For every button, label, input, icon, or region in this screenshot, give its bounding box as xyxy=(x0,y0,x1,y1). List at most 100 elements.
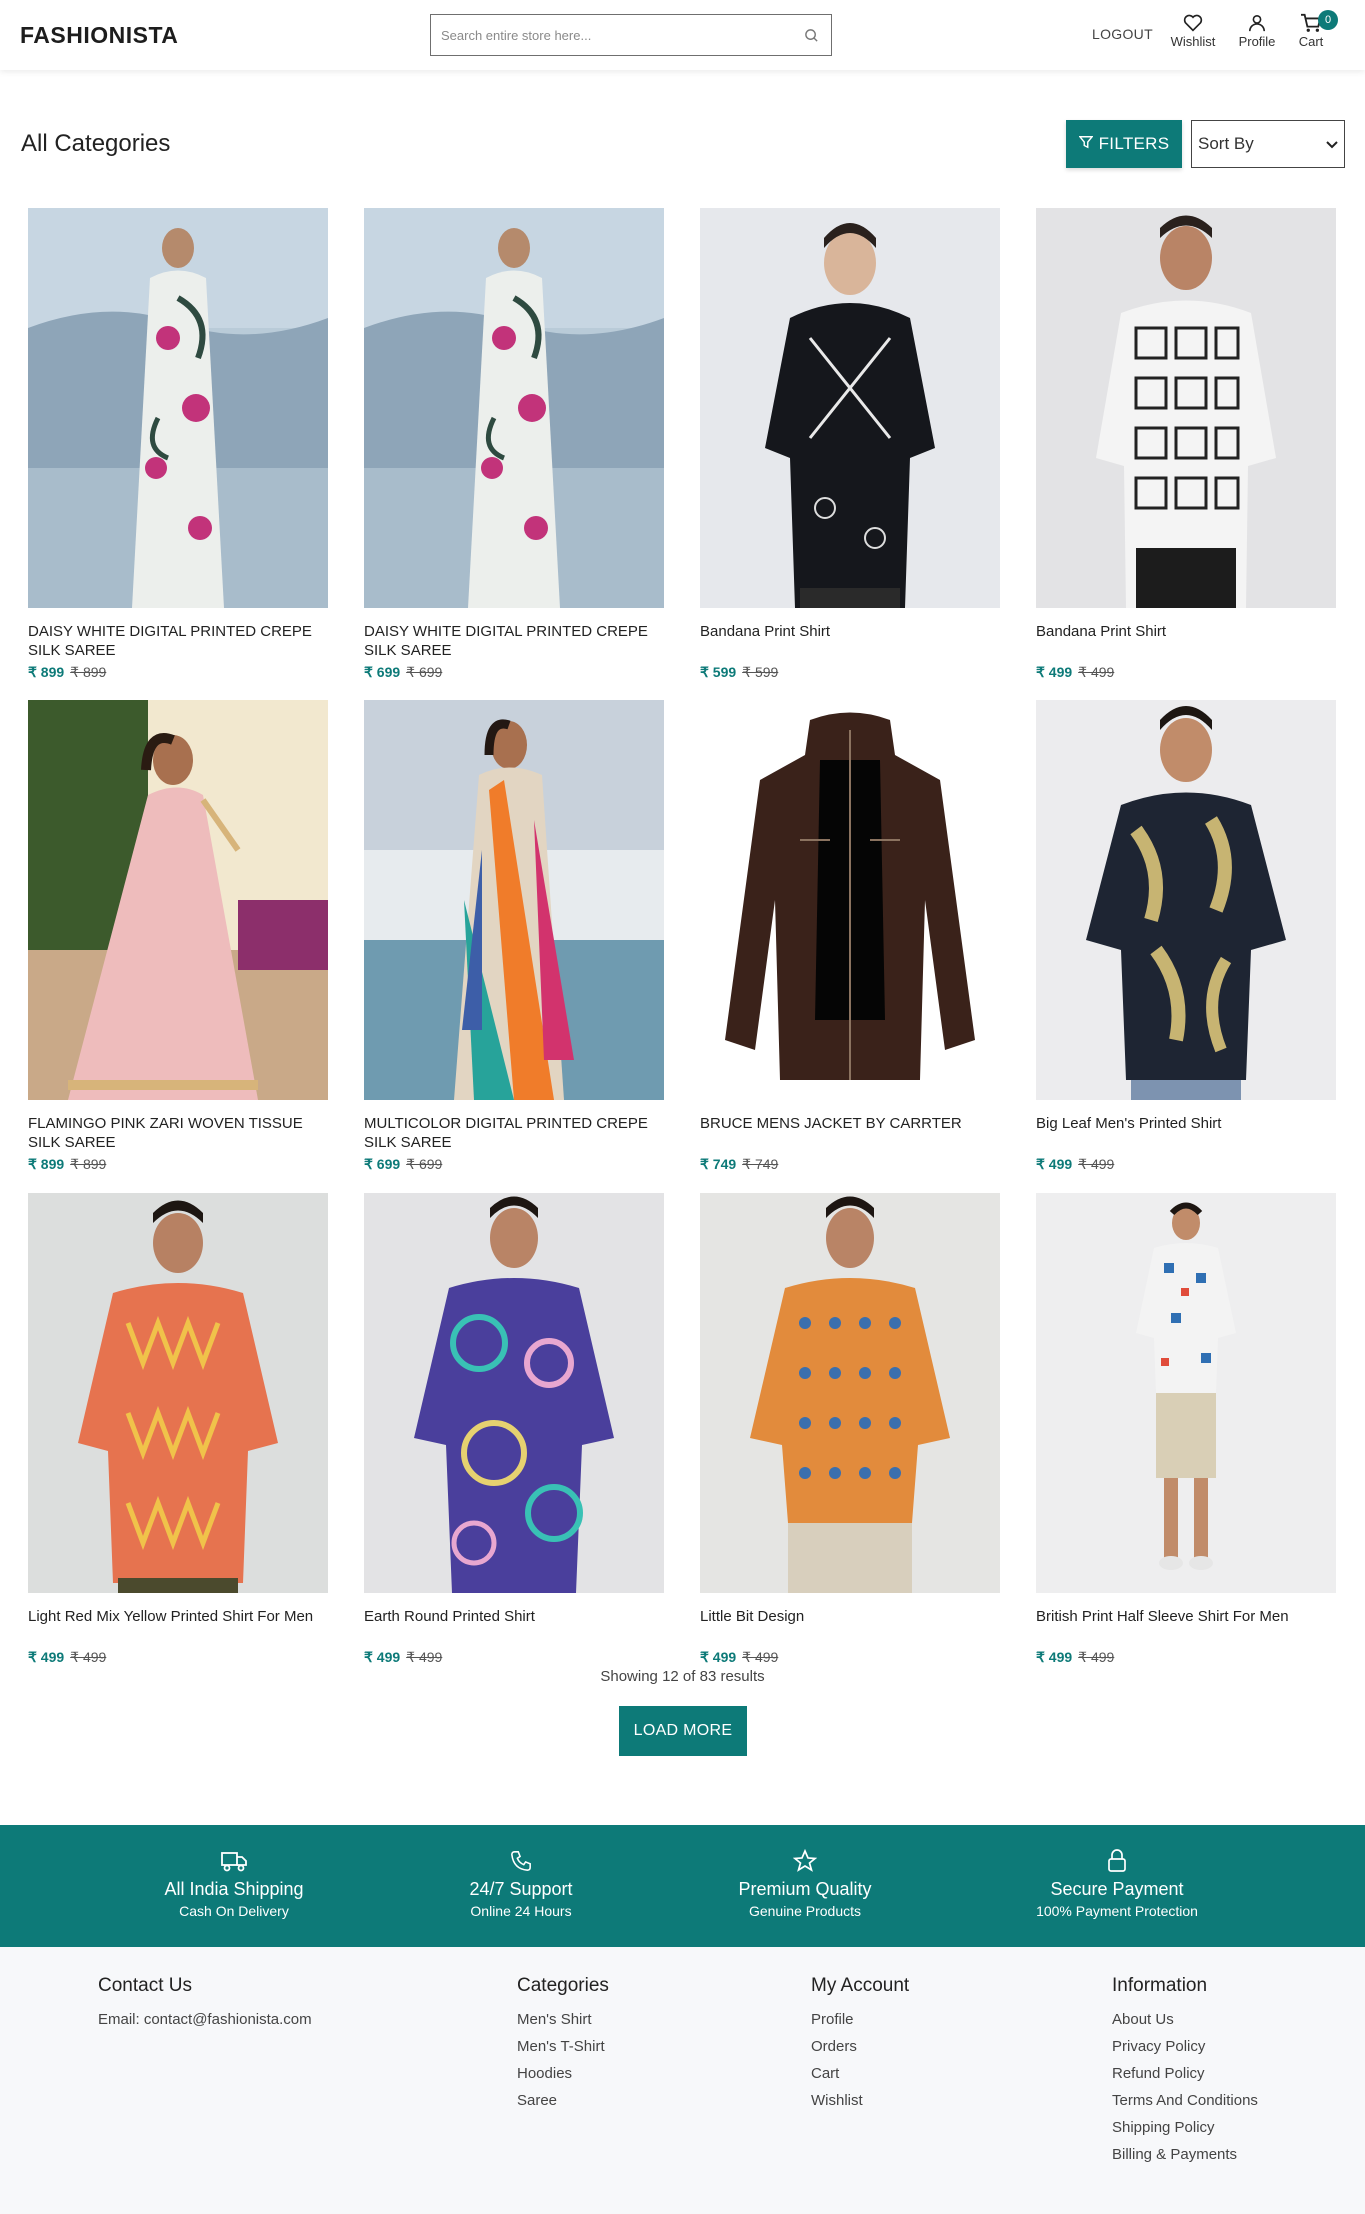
feature-title: Premium Quality xyxy=(738,1879,872,1899)
product-card[interactable]: BRUCE MENS JACKET BY CARRTER ₹ 749 ₹ 749 xyxy=(700,700,1000,1173)
product-image[interactable] xyxy=(364,208,664,608)
feature-quality: Premium Quality Genuine Products xyxy=(665,1847,945,1919)
product-card[interactable]: Earth Round Printed Shirt ₹ 499 ₹ 499 xyxy=(364,1193,664,1666)
feature-title: Secure Payment xyxy=(1050,1879,1184,1899)
filters-button[interactable]: FILTERS xyxy=(1066,120,1182,168)
cart-label: Cart xyxy=(1298,34,1324,49)
product-card[interactable]: Big Leaf Men's Printed Shirt ₹ 499 ₹ 499 xyxy=(1036,700,1336,1173)
footer-link-cart[interactable]: Cart xyxy=(811,2065,909,2082)
product-price: ₹ 499 xyxy=(28,1649,65,1665)
product-name[interactable]: DAISY WHITE DIGITAL PRINTED CREPE SILK S… xyxy=(28,622,328,660)
product-image[interactable] xyxy=(1036,208,1336,608)
footer-account: My Account Profile Orders Cart Wishlist xyxy=(811,1975,909,2119)
product-mrp: ₹ 899 xyxy=(70,664,107,680)
product-mrp: ₹ 499 xyxy=(406,1649,443,1665)
product-card[interactable]: Bandana Print Shirt ₹ 599 ₹ 599 xyxy=(700,208,1000,681)
footer-link-refund[interactable]: Refund Policy xyxy=(1112,2065,1258,2082)
product-name[interactable]: British Print Half Sleeve Shirt For Men xyxy=(1036,1607,1336,1645)
product-prices: ₹ 599 ₹ 599 xyxy=(700,664,1000,681)
phone-icon xyxy=(381,1847,661,1875)
product-mrp: ₹ 599 xyxy=(742,664,779,680)
feature-subtitle: Cash On Delivery xyxy=(179,1903,289,1919)
product-prices: ₹ 499 ₹ 499 xyxy=(1036,1156,1336,1173)
footer-heading: Information xyxy=(1112,1975,1208,1996)
cart-link[interactable]: 0 Cart xyxy=(1281,10,1341,49)
product-name[interactable]: Little Bit Design xyxy=(700,1607,1000,1645)
product-name[interactable]: MULTICOLOR DIGITAL PRINTED CREPE SILK SA… xyxy=(364,1114,664,1152)
product-image[interactable] xyxy=(700,208,1000,608)
product-card[interactable]: FLAMINGO PINK ZARI WOVEN TISSUE SILK SAR… xyxy=(28,700,328,1173)
product-name[interactable]: BRUCE MENS JACKET BY CARRTER xyxy=(700,1114,1000,1152)
site-logo[interactable]: FASHIONISTA xyxy=(20,22,178,49)
cart-icon: 0 xyxy=(1300,10,1338,34)
feature-shipping: All India Shipping Cash On Delivery xyxy=(94,1847,374,1919)
product-prices: ₹ 899 ₹ 899 xyxy=(28,664,328,681)
footer-link-shipping[interactable]: Shipping Policy xyxy=(1112,2119,1258,2136)
product-name[interactable]: FLAMINGO PINK ZARI WOVEN TISSUE SILK SAR… xyxy=(28,1114,328,1152)
footer-information: Information About Us Privacy Policy Refu… xyxy=(1112,1975,1258,2173)
wishlist-label: Wishlist xyxy=(1170,34,1216,49)
search-icon[interactable] xyxy=(801,25,821,45)
product-prices: ₹ 499 ₹ 499 xyxy=(700,1649,1000,1666)
product-name[interactable]: DAISY WHITE DIGITAL PRINTED CREPE SILK S… xyxy=(364,622,664,660)
wishlist-link[interactable]: Wishlist xyxy=(1163,12,1223,49)
footer-link-billing[interactable]: Billing & Payments xyxy=(1112,2146,1258,2163)
profile-link[interactable]: Profile xyxy=(1227,12,1287,49)
sort-select[interactable]: Sort By xyxy=(1191,120,1345,168)
product-card[interactable]: Light Red Mix Yellow Printed Shirt For M… xyxy=(28,1193,328,1666)
feature-title: All India Shipping xyxy=(164,1879,304,1899)
product-image[interactable] xyxy=(28,700,328,1100)
product-price: ₹ 499 xyxy=(364,1649,401,1665)
product-image[interactable] xyxy=(28,208,328,608)
product-name[interactable]: Big Leaf Men's Printed Shirt xyxy=(1036,1114,1336,1152)
product-mrp: ₹ 499 xyxy=(1078,664,1115,680)
product-card[interactable]: DAISY WHITE DIGITAL PRINTED CREPE SILK S… xyxy=(28,208,328,681)
cart-count-badge: 0 xyxy=(1318,10,1338,30)
feature-subtitle: Online 24 Hours xyxy=(470,1903,572,1919)
search-input[interactable] xyxy=(441,27,801,43)
product-card[interactable]: DAISY WHITE DIGITAL PRINTED CREPE SILK S… xyxy=(364,208,664,681)
product-card[interactable]: Little Bit Design ₹ 499 ₹ 499 xyxy=(700,1193,1000,1666)
product-name[interactable]: Earth Round Printed Shirt xyxy=(364,1607,664,1645)
product-image[interactable] xyxy=(700,1193,1000,1593)
page-title: All Categories xyxy=(21,130,171,157)
footer-link-mens-shirt[interactable]: Men's Shirt xyxy=(517,2011,609,2028)
product-card[interactable]: Bandana Print Shirt ₹ 499 ₹ 499 xyxy=(1036,208,1336,681)
footer-link-terms[interactable]: Terms And Conditions xyxy=(1112,2092,1258,2109)
product-image[interactable] xyxy=(364,700,664,1100)
site-footer: Contact Us Email: contact@fashionista.co… xyxy=(0,1947,1365,2214)
product-image[interactable] xyxy=(364,1193,664,1593)
product-mrp: ₹ 499 xyxy=(1078,1156,1115,1172)
logout-link[interactable]: LOGOUT xyxy=(1092,26,1153,42)
footer-link-mens-tshirt[interactable]: Men's T-Shirt xyxy=(517,2038,609,2055)
product-card[interactable]: MULTICOLOR DIGITAL PRINTED CREPE SILK SA… xyxy=(364,700,664,1173)
product-image[interactable] xyxy=(1036,700,1336,1100)
search-box[interactable] xyxy=(430,14,832,56)
product-price: ₹ 899 xyxy=(28,664,65,680)
product-image[interactable] xyxy=(1036,1193,1336,1593)
product-price: ₹ 749 xyxy=(700,1156,737,1172)
load-more-button[interactable]: LOAD MORE xyxy=(619,1706,747,1756)
product-name[interactable]: Bandana Print Shirt xyxy=(700,622,1000,660)
product-prices: ₹ 699 ₹ 699 xyxy=(364,664,664,681)
feature-subtitle: Genuine Products xyxy=(748,1903,862,1919)
product-price: ₹ 699 xyxy=(364,1156,401,1172)
footer-heading: Contact Us xyxy=(98,1975,192,1996)
footer-link-saree[interactable]: Saree xyxy=(517,2092,609,2109)
product-image[interactable] xyxy=(700,700,1000,1100)
footer-link-profile[interactable]: Profile xyxy=(811,2011,909,2028)
footer-link-wishlist[interactable]: Wishlist xyxy=(811,2092,909,2109)
footer-link-hoodies[interactable]: Hoodies xyxy=(517,2065,609,2082)
results-count: Showing 12 of 83 results xyxy=(600,1668,765,1685)
footer-link-orders[interactable]: Orders xyxy=(811,2038,909,2055)
footer-link-about[interactable]: About Us xyxy=(1112,2011,1258,2028)
footer-link-privacy[interactable]: Privacy Policy xyxy=(1112,2038,1258,2055)
footer-contact: Contact Us Email: contact@fashionista.co… xyxy=(98,1975,312,2028)
feature-payment: Secure Payment 100% Payment Protection xyxy=(977,1847,1257,1919)
contact-email[interactable]: Email: contact@fashionista.com xyxy=(98,2011,312,2028)
product-card[interactable]: British Print Half Sleeve Shirt For Men … xyxy=(1036,1193,1336,1666)
product-image[interactable] xyxy=(28,1193,328,1593)
product-name[interactable]: Light Red Mix Yellow Printed Shirt For M… xyxy=(28,1607,328,1645)
star-icon xyxy=(665,1847,945,1875)
product-name[interactable]: Bandana Print Shirt xyxy=(1036,622,1336,660)
